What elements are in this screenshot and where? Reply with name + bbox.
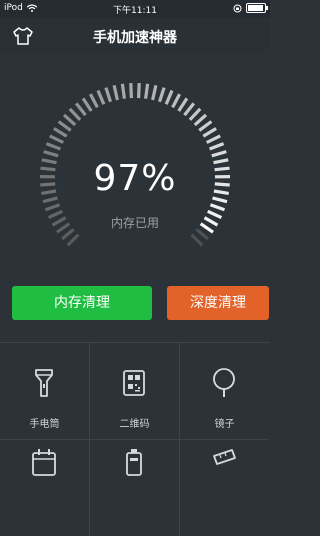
battery-indicator (246, 3, 266, 13)
tool-mirror[interactable]: 镜子 (180, 343, 269, 440)
tool-ruler[interactable] (180, 440, 269, 536)
header-bar: 手机加速神器 (0, 18, 270, 54)
gauge-tick (207, 136, 221, 143)
gauge-tick (46, 205, 60, 210)
gauge-tick (114, 85, 117, 100)
gauge-tick (179, 98, 187, 111)
gauge-tick (83, 98, 91, 111)
tool-label: 手电筒 (0, 415, 89, 430)
gauge-tick (98, 91, 104, 105)
gauge-tick (44, 152, 59, 156)
gauge-tick (54, 129, 67, 137)
orientation-lock-icon (233, 4, 242, 13)
status-time: 下午11:11 (0, 3, 270, 16)
gauge-tick (212, 152, 227, 156)
status-bar: iPod 下午11:11 (0, 0, 270, 18)
gauge-tick (160, 88, 165, 102)
gauge-tick (59, 122, 71, 131)
gauge-tick (131, 83, 132, 98)
tool-battery[interactable] (90, 440, 180, 536)
gauge-tick (68, 235, 79, 246)
gauge-tick (139, 83, 140, 98)
gauge-tick (153, 85, 156, 100)
page-title: 手机加速神器 (0, 27, 270, 47)
mirror-icon (210, 367, 238, 399)
tool-flashlight[interactable]: 手电筒 (0, 343, 90, 440)
gauge-tick (195, 115, 206, 125)
tool-calendar[interactable] (0, 440, 90, 536)
gauge-tick (146, 84, 148, 99)
gauge-tick (64, 115, 75, 125)
tool-grid: 手电筒 二维码 镜子 (0, 342, 270, 481)
qrcode-icon (120, 367, 148, 399)
gauge-tick (122, 84, 124, 99)
gauge-tick (210, 205, 224, 210)
tool-label: 二维码 (90, 415, 179, 430)
flashlight-icon (30, 367, 58, 399)
tool-qrcode[interactable]: 二维码 (90, 343, 180, 440)
gauge-tick (190, 109, 200, 120)
memory-used-label: 内存已用 (0, 214, 270, 231)
gauge-tick (192, 235, 203, 246)
gauge-tick (46, 144, 60, 149)
memory-percent: 97% (0, 158, 270, 199)
battery-icon (120, 446, 148, 478)
gauge-tick (76, 103, 85, 115)
ruler-icon (210, 446, 238, 478)
gauge-tick (199, 122, 211, 131)
gauge-tick (185, 103, 194, 115)
gauge-tick (166, 91, 172, 105)
gauge-tick (203, 129, 216, 137)
gauge-tick (70, 109, 80, 120)
gauge-tick (173, 94, 180, 107)
gauge-tick (50, 136, 64, 143)
deep-clean-button[interactable]: 深度清理 (167, 286, 269, 320)
calendar-icon (30, 446, 58, 478)
memory-gauge: 97% 内存已用 (0, 54, 270, 284)
tool-label: 镜子 (180, 415, 269, 430)
gauge-tick (210, 144, 224, 149)
gauge-tick (90, 94, 97, 107)
memory-clean-button[interactable]: 内存清理 (12, 286, 152, 320)
gauge-tick (106, 88, 111, 102)
